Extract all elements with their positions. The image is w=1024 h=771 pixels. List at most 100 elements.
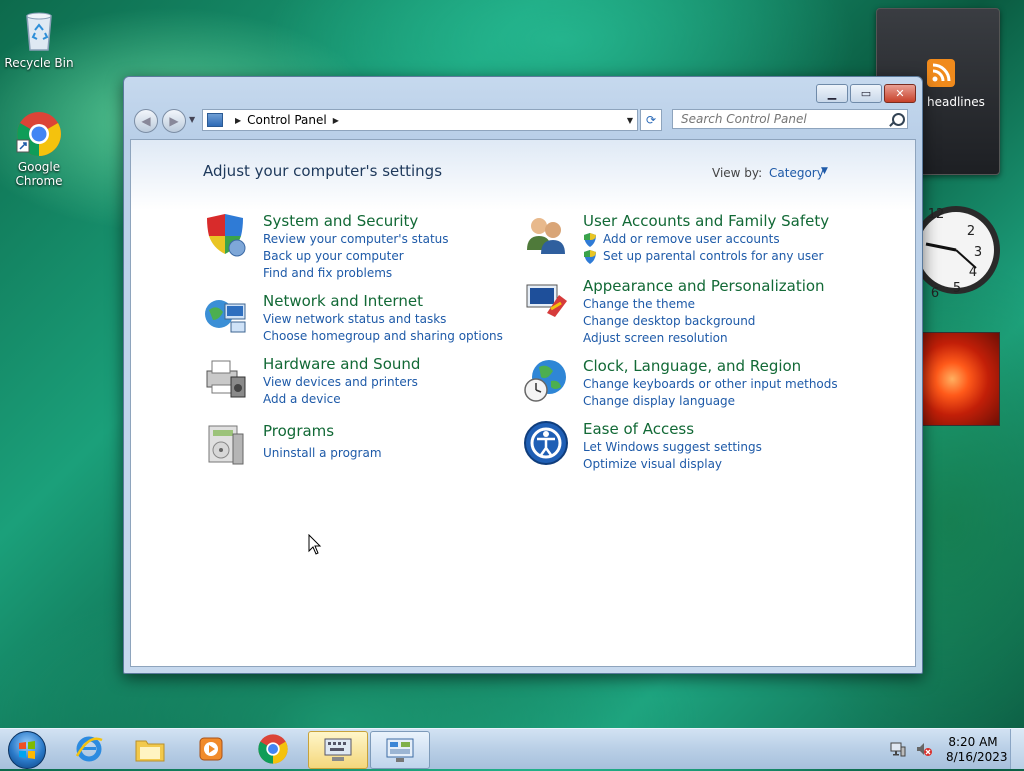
- category-link[interactable]: Adjust screen resolution: [583, 331, 728, 345]
- uac-shield-icon: [583, 233, 597, 247]
- category-title[interactable]: Clock, Language, and Region: [583, 357, 801, 375]
- maximize-icon: ▭: [860, 87, 872, 100]
- navigation-bar: ◀ ▶ ▼ ▶ Control Panel ▶ ▼ ⟳: [132, 107, 916, 133]
- back-button[interactable]: ◀: [134, 109, 158, 133]
- category-title[interactable]: Programs: [263, 422, 334, 440]
- network-tray-icon[interactable]: [890, 741, 906, 757]
- category-link[interactable]: Change the theme: [583, 297, 695, 311]
- category-link[interactable]: Change desktop background: [583, 314, 755, 328]
- globe-clock-icon: [523, 357, 569, 403]
- taskbar-control-panel[interactable]: [370, 731, 430, 769]
- ease-of-access-icon: [523, 420, 569, 466]
- programs-icon: [203, 422, 249, 468]
- users-icon: [523, 212, 569, 258]
- category-link[interactable]: Review your computer's status: [263, 232, 449, 246]
- chevron-down-icon[interactable]: ▼: [821, 166, 828, 176]
- mouse-cursor-icon: [308, 533, 322, 559]
- refresh-button[interactable]: ⟳: [640, 109, 662, 131]
- category-title[interactable]: Network and Internet: [263, 292, 423, 310]
- category-title[interactable]: User Accounts and Family Safety: [583, 212, 829, 230]
- category-link[interactable]: Find and fix problems: [263, 266, 392, 280]
- chrome-label: Google Chrome: [15, 160, 63, 188]
- control-panel-icon: [386, 738, 414, 762]
- taskbar-internet-explorer[interactable]: [60, 731, 118, 767]
- printer-icon: [203, 355, 249, 401]
- clock-number: 2: [967, 224, 975, 239]
- category-link[interactable]: Add or remove user accounts: [603, 232, 780, 246]
- refresh-icon: ⟳: [645, 113, 657, 127]
- clock-time: 8:20 AM: [948, 735, 998, 749]
- show-desktop-button[interactable]: [1010, 729, 1024, 769]
- clock-date: 8/16/2023: [946, 750, 1008, 764]
- volume-muted-icon[interactable]: [916, 741, 932, 757]
- rss-icon: [927, 59, 955, 87]
- view-by-dropdown[interactable]: Category: [769, 166, 824, 180]
- category-link[interactable]: Optimize visual display: [583, 457, 722, 471]
- recycle-bin-icon: [15, 6, 63, 54]
- taskbar: 8:20 AM 8/16/2023: [0, 728, 1024, 769]
- monitor-paint-icon: [523, 277, 569, 323]
- minimize-button[interactable]: ▁: [816, 84, 848, 103]
- taskbar-windows-explorer[interactable]: [121, 731, 179, 767]
- category-link[interactable]: Add a device: [263, 392, 341, 406]
- taskbar-chrome[interactable]: [244, 731, 302, 767]
- close-icon: ✕: [895, 87, 905, 100]
- clock-gadget[interactable]: 12 2 3 4 5 6: [912, 188, 1002, 312]
- clock-number: 12: [928, 207, 945, 222]
- category-link[interactable]: Change display language: [583, 394, 735, 408]
- category-title[interactable]: Ease of Access: [583, 420, 694, 438]
- on-screen-keyboard-icon: [324, 738, 352, 761]
- chrome-icon: [258, 734, 288, 764]
- system-clock[interactable]: 8:20 AM 8/16/2023: [946, 735, 1008, 765]
- chrome-icon: [15, 110, 63, 158]
- back-arrow-icon: ◀: [141, 114, 151, 128]
- control-panel-icon: [207, 113, 223, 127]
- category-link[interactable]: Change keyboards or other input methods: [583, 377, 838, 391]
- address-dropdown-icon[interactable]: ▼: [627, 116, 633, 125]
- news-gadget-label: headlines: [927, 95, 985, 109]
- network-globe-icon: [203, 292, 249, 338]
- address-bar[interactable]: ▶ Control Panel ▶ ▼: [202, 109, 638, 131]
- taskbar-media-player[interactable]: [182, 731, 240, 767]
- windows-logo-icon: [19, 741, 35, 759]
- search-input[interactable]: [672, 109, 908, 129]
- recycle-bin-label: Recycle Bin: [4, 56, 74, 70]
- internet-explorer-icon: [75, 736, 103, 762]
- recent-pages-dropdown-icon[interactable]: ▼: [189, 115, 195, 124]
- desktop-icon-recycle-bin[interactable]: Recycle Bin: [4, 6, 74, 70]
- category-title[interactable]: Hardware and Sound: [263, 355, 420, 373]
- breadcrumb-control-panel[interactable]: Control Panel: [247, 113, 327, 127]
- forward-arrow-icon: ▶: [169, 114, 179, 128]
- category-link[interactable]: Choose homegroup and sharing options: [263, 329, 503, 343]
- forward-button[interactable]: ▶: [162, 109, 186, 133]
- search-icon[interactable]: [892, 113, 905, 126]
- maximize-button[interactable]: ▭: [850, 84, 882, 103]
- caption-buttons: ▁ ▭ ✕: [814, 84, 916, 103]
- category-link[interactable]: Set up parental controls for any user: [603, 249, 823, 263]
- category-link[interactable]: Uninstall a program: [263, 446, 382, 460]
- media-player-icon: [199, 737, 223, 761]
- category-link[interactable]: View devices and printers: [263, 375, 418, 389]
- content-pane: Adjust your computer's settings View by:…: [130, 139, 916, 667]
- desktop-icon-google-chrome[interactable]: Google Chrome: [4, 110, 74, 188]
- breadcrumb-separator-icon[interactable]: ▶: [333, 116, 339, 125]
- view-by-label: View by:: [712, 166, 763, 180]
- category-title[interactable]: Appearance and Personalization: [583, 277, 825, 295]
- clock-number: 6: [931, 286, 939, 301]
- control-panel-window[interactable]: ▁ ▭ ✕ ◀ ▶ ▼ ▶ Control Panel ▶ ▼ ⟳ Adjust…: [123, 76, 923, 674]
- breadcrumb-separator-icon[interactable]: ▶: [235, 116, 241, 125]
- minimize-icon: ▁: [827, 87, 837, 100]
- slideshow-gadget[interactable]: [920, 332, 1000, 426]
- category-link[interactable]: View network status and tasks: [263, 312, 446, 326]
- clock-number: 3: [974, 245, 982, 260]
- category-link[interactable]: Back up your computer: [263, 249, 404, 263]
- taskbar-on-screen-keyboard[interactable]: [308, 731, 368, 769]
- shield-icon: [203, 212, 249, 258]
- windows-explorer-icon: [135, 740, 165, 762]
- uac-shield-icon: [583, 250, 597, 264]
- clock-number: 5: [953, 281, 961, 296]
- category-title[interactable]: System and Security: [263, 212, 418, 230]
- close-button[interactable]: ✕: [884, 84, 916, 103]
- start-button[interactable]: [8, 731, 46, 769]
- category-link[interactable]: Let Windows suggest settings: [583, 440, 762, 454]
